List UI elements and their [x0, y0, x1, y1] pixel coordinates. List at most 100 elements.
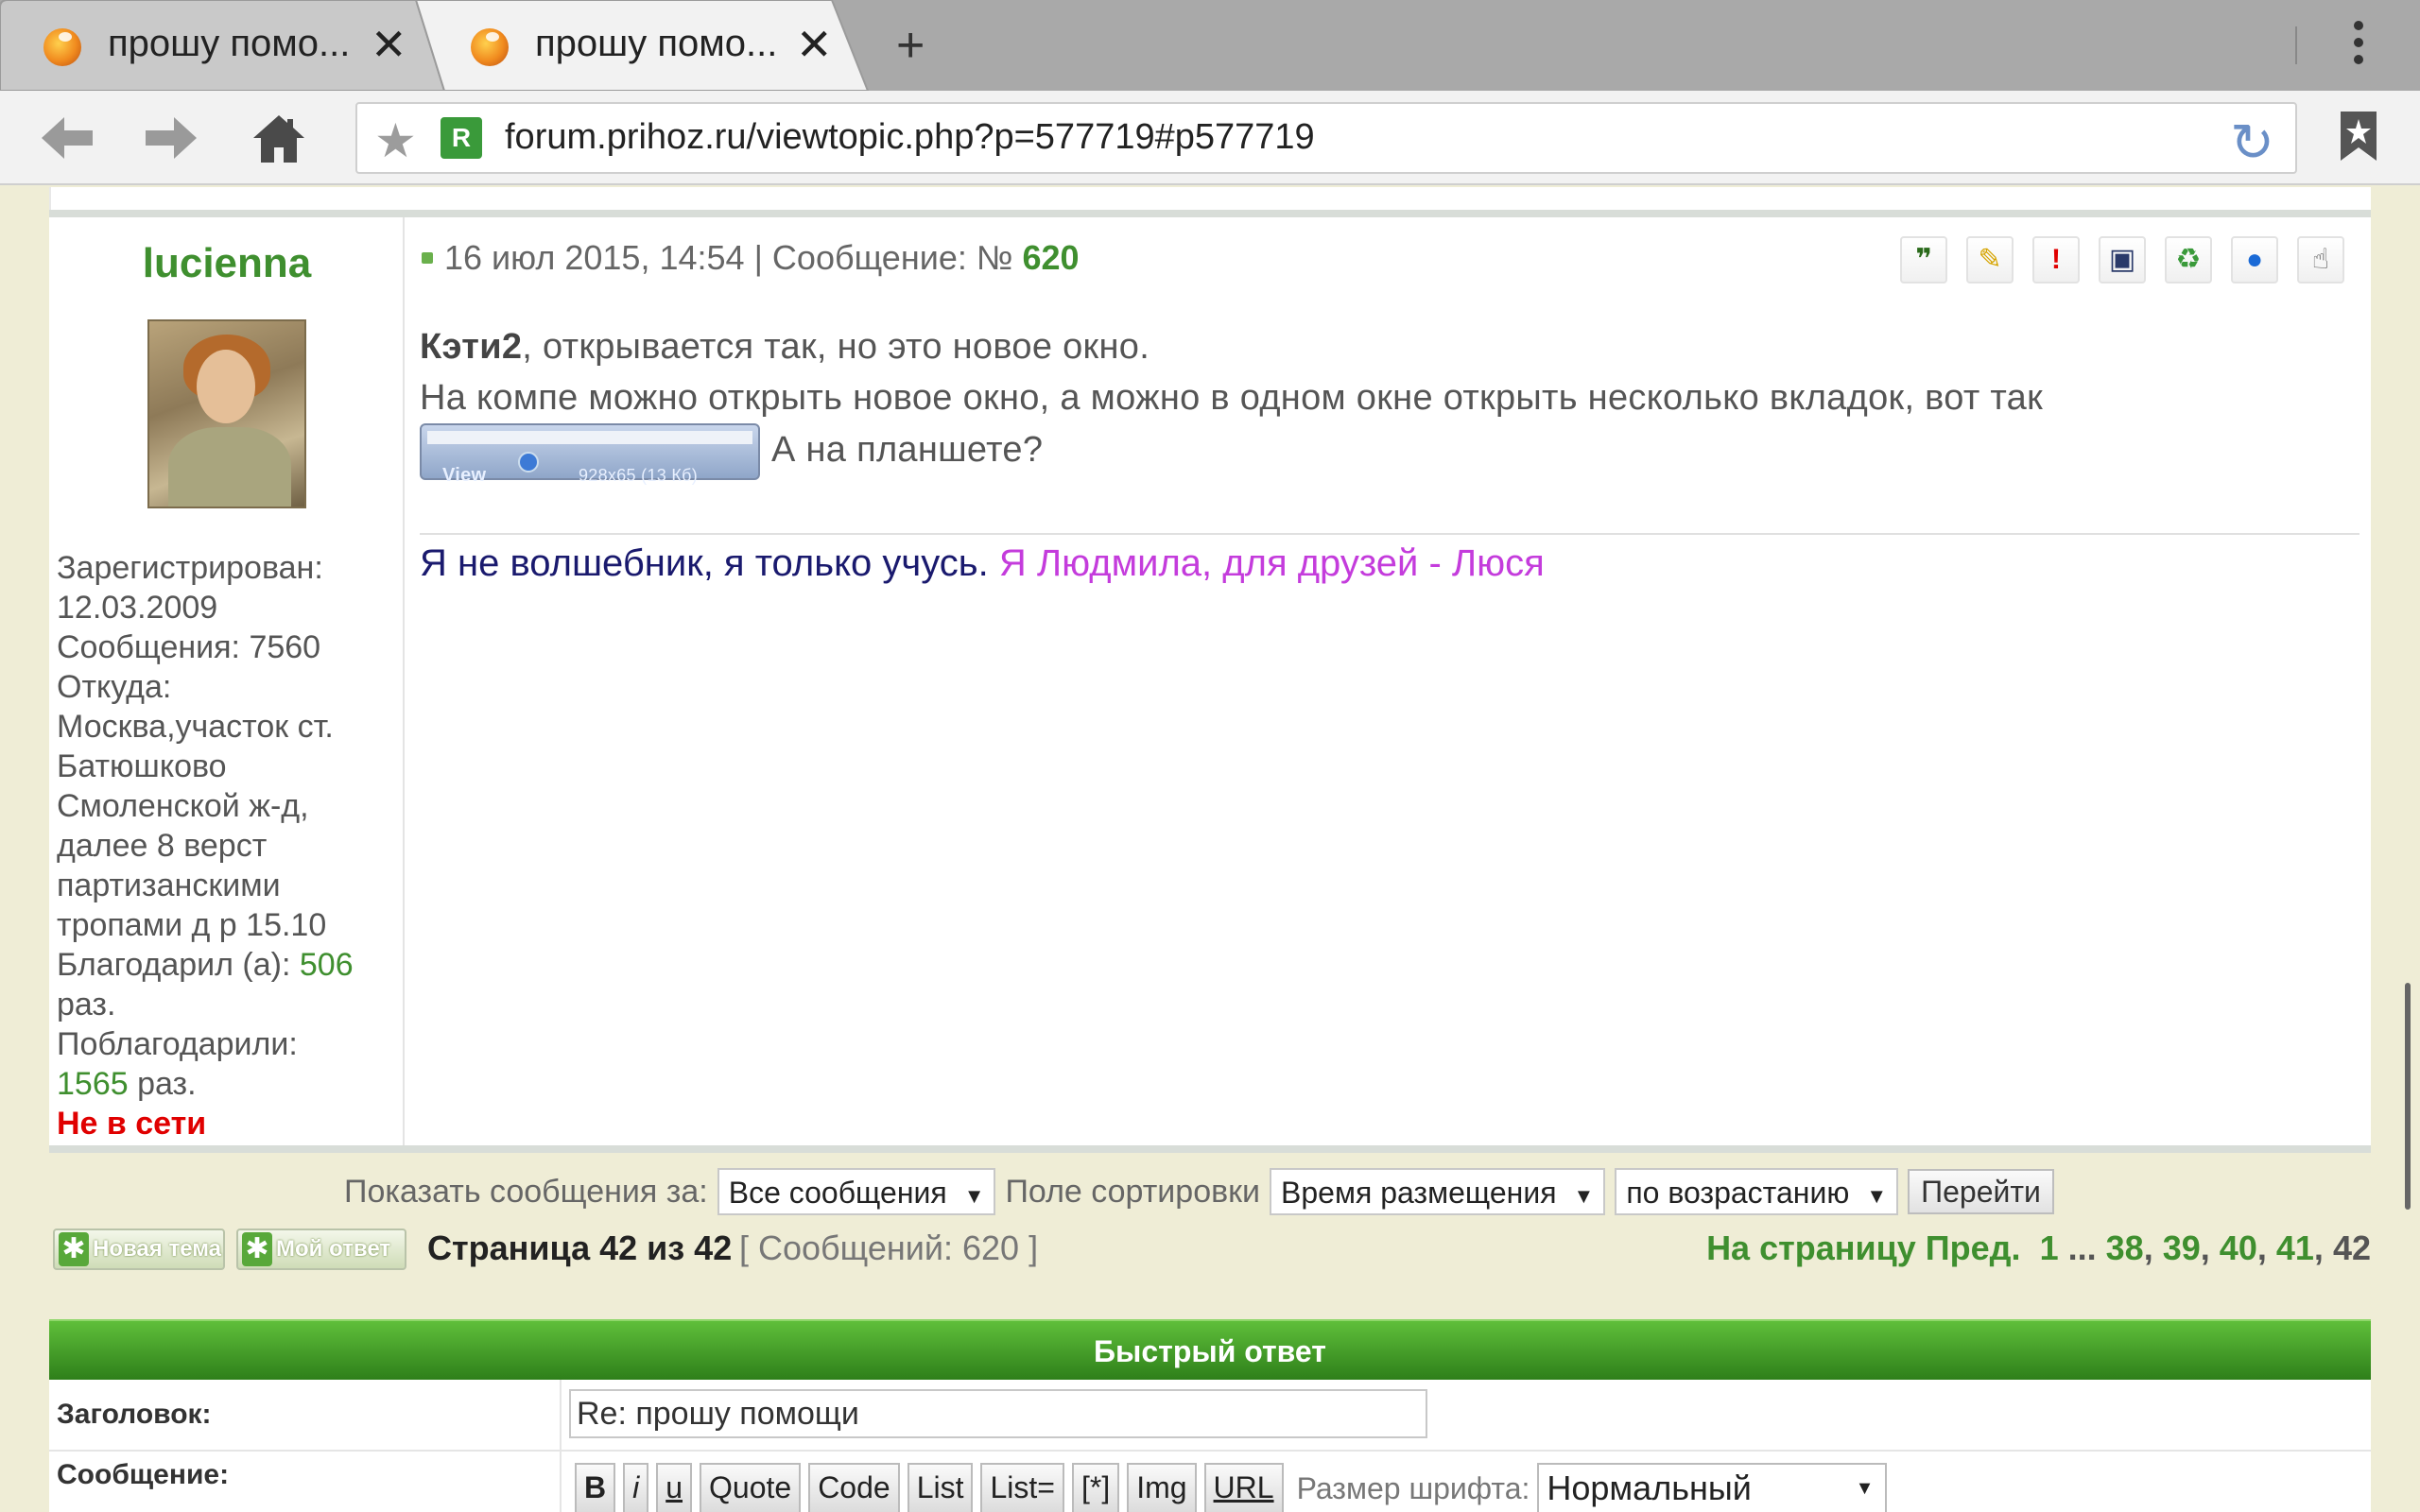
page-link-39[interactable]: 39 — [2163, 1228, 2201, 1267]
sort-field-label: Поле сортировки — [1005, 1173, 1261, 1210]
sort-field-select[interactable]: Время размещения ▼ — [1270, 1168, 1606, 1215]
post-actions: ❞ ✎ ! ▣ ♻ ● ☝ — [1900, 236, 2344, 284]
list-button[interactable]: List — [907, 1463, 974, 1512]
was-thanked-label: Поблагодарили: — [57, 1026, 298, 1062]
format-toolbar: B i u Quote Code List List= [*] Img URL … — [575, 1463, 1888, 1512]
thanked-suffix: раз. — [57, 987, 116, 1022]
post-marker-icon — [422, 252, 433, 264]
go-button[interactable]: Перейти — [1908, 1169, 2054, 1214]
like-icon[interactable]: ☝ — [2297, 236, 2344, 284]
pagination: На страницу Пред. 1 ... 38, 39, 40, 41, … — [1706, 1228, 2371, 1267]
was-thanked-suffix: раз. — [137, 1066, 197, 1102]
tab-favicon-icon — [471, 28, 509, 66]
post-line-2: На компе можно открыть новое окно, а мож… — [420, 378, 2044, 418]
tab-title: прошу помо... — [535, 23, 778, 64]
home-icon[interactable] — [250, 112, 308, 164]
plus-star-icon: ✱ — [242, 1232, 272, 1266]
tab-title: прошу помо... — [108, 23, 351, 64]
messages-value: 7560 — [249, 629, 321, 665]
previous-post-edge — [49, 187, 2371, 210]
bold-button[interactable]: B — [575, 1463, 616, 1512]
page-link-40[interactable]: 40 — [2220, 1228, 2257, 1267]
post-profile: lucienna Зарегистрирован: 12.03.2009 Соо… — [49, 217, 405, 1145]
message-count: [ Сообщений: 620 ] — [739, 1228, 1039, 1267]
page-link-38[interactable]: 38 — [2106, 1228, 2144, 1267]
signature-part-2: Я Людмила, для друзей - Люся — [998, 542, 1545, 584]
message-label: Сообщение: — [57, 1459, 230, 1490]
thanked-value[interactable]: 506 — [300, 947, 354, 983]
code-button[interactable]: Code — [808, 1463, 900, 1512]
online-status: Не в сети — [57, 1106, 207, 1142]
browser-toolbar: ★ R forum.prihoz.ru/viewtopic.php?p=5777… — [0, 91, 2420, 185]
registered-value: 12.03.2009 — [57, 590, 218, 626]
forward-icon[interactable] — [142, 112, 200, 164]
list-item-button[interactable]: [*] — [1071, 1463, 1120, 1512]
address-bar[interactable]: ★ R forum.prihoz.ru/viewtopic.php?p=5777… — [355, 102, 2297, 174]
sort-order-select[interactable]: по возрастанию ▼ — [1615, 1168, 1899, 1215]
subject-label: Заголовок: — [57, 1399, 212, 1430]
page-info: Страница 42 из 42 — [427, 1228, 733, 1267]
underline-button[interactable]: u — [656, 1463, 693, 1512]
post-author[interactable]: lucienna — [49, 240, 405, 287]
tab-close-icon[interactable]: ✕ — [371, 19, 407, 70]
bookmarks-icon[interactable] — [2335, 108, 2382, 164]
attachment-view-label: View — [442, 465, 487, 486]
post-text: Кэти2, открывается так, но это новое окн… — [420, 321, 2358, 486]
from-label: Откуда: — [57, 669, 172, 705]
registered-label: Зарегистрирован: — [57, 550, 323, 586]
new-tab-button[interactable]: + — [896, 17, 925, 74]
reply-button[interactable]: ✱ Мой ответ — [236, 1228, 406, 1270]
divider — [2295, 26, 2297, 64]
browser-tab-2[interactable]: прошу помо... ✕ — [416, 0, 889, 91]
reload-icon[interactable]: ↻ — [2230, 112, 2274, 174]
post-body: 16 июл 2015, 14:54 | Сообщение: № 620 ❞ … — [420, 217, 2367, 1145]
edit-icon[interactable]: ✎ — [1966, 236, 2014, 284]
image-button[interactable]: Img — [1127, 1463, 1197, 1512]
new-topic-button[interactable]: ✱ Новая тема — [53, 1228, 225, 1270]
quick-reply-header: Быстрый ответ — [49, 1319, 2371, 1380]
site-security-icon: R — [441, 117, 482, 159]
italic-button[interactable]: i — [623, 1463, 649, 1512]
url-button[interactable]: URL — [1203, 1463, 1284, 1512]
font-size-label: Размер шрифта: — [1296, 1470, 1530, 1505]
post-number-label: | Сообщение: № — [753, 238, 1013, 277]
show-messages-select[interactable]: Все сообщения ▼ — [717, 1168, 996, 1215]
bookmark-star-icon[interactable]: ★ — [374, 113, 417, 168]
menu-icon[interactable] — [2344, 17, 2373, 74]
post-header: 16 июл 2015, 14:54 | Сообщение: № 620 — [420, 238, 1080, 278]
browser-tab-1[interactable]: прошу помо... ✕ — [0, 0, 454, 91]
pagination-row: ✱ Новая тема ✱ Мой ответ Страница 42 из 42… — [49, 1225, 2371, 1278]
post-line-1: , открывается так, но это новое окно. — [522, 327, 1150, 367]
page-link-1[interactable]: 1 — [2040, 1228, 2059, 1267]
goto-label: На страницу — [1706, 1228, 1916, 1267]
url-text[interactable]: forum.prihoz.ru/viewtopic.php?p=577719#p… — [505, 117, 1315, 158]
from-value: Москва,участок ст. Батюшково Смоленской … — [57, 709, 334, 943]
tab-close-icon[interactable]: ✕ — [796, 19, 833, 70]
post-date: 16 июл 2015, 14:54 — [444, 238, 745, 277]
post-number[interactable]: 620 — [1022, 238, 1079, 277]
magnifier-icon — [518, 452, 539, 472]
subject-input[interactable] — [569, 1389, 1427, 1438]
page-ellipsis: ... — [2067, 1228, 2097, 1267]
sort-bar: Показать сообщения за: Все сообщения ▼ По… — [344, 1168, 2054, 1215]
was-thanked-value[interactable]: 1565 — [57, 1066, 129, 1102]
page-link-41[interactable]: 41 — [2276, 1228, 2314, 1267]
page-scrollbar[interactable] — [2405, 983, 2411, 1210]
quote-icon[interactable]: ❞ — [1900, 236, 1947, 284]
report-icon[interactable]: ! — [2032, 236, 2080, 284]
attachment-thumbnail[interactable]: View 928x65 (13 Кб) — [420, 423, 760, 486]
message-row: Сообщение: B i u Quote Code List List= [… — [49, 1452, 2371, 1512]
show-messages-label: Показать сообщения за: — [344, 1173, 708, 1210]
quote-button[interactable]: Quote — [700, 1463, 802, 1512]
attachment-size: 928x65 (13 Кб) — [579, 466, 699, 485]
prev-page-link[interactable]: Пред. — [1926, 1228, 2021, 1267]
plus-star-icon: ✱ — [59, 1232, 89, 1266]
pm-icon[interactable]: ● — [2231, 236, 2278, 284]
post-line-3: А на планшете? — [771, 430, 1044, 471]
ordered-list-button[interactable]: List= — [980, 1463, 1064, 1512]
thanked-label: Благодарил (а): — [57, 947, 291, 983]
info-icon[interactable]: ▣ — [2099, 236, 2146, 284]
back-icon[interactable] — [38, 112, 96, 164]
font-size-select[interactable]: Нормальный ▼ — [1537, 1463, 1888, 1512]
thanks-icon[interactable]: ♻ — [2165, 236, 2212, 284]
